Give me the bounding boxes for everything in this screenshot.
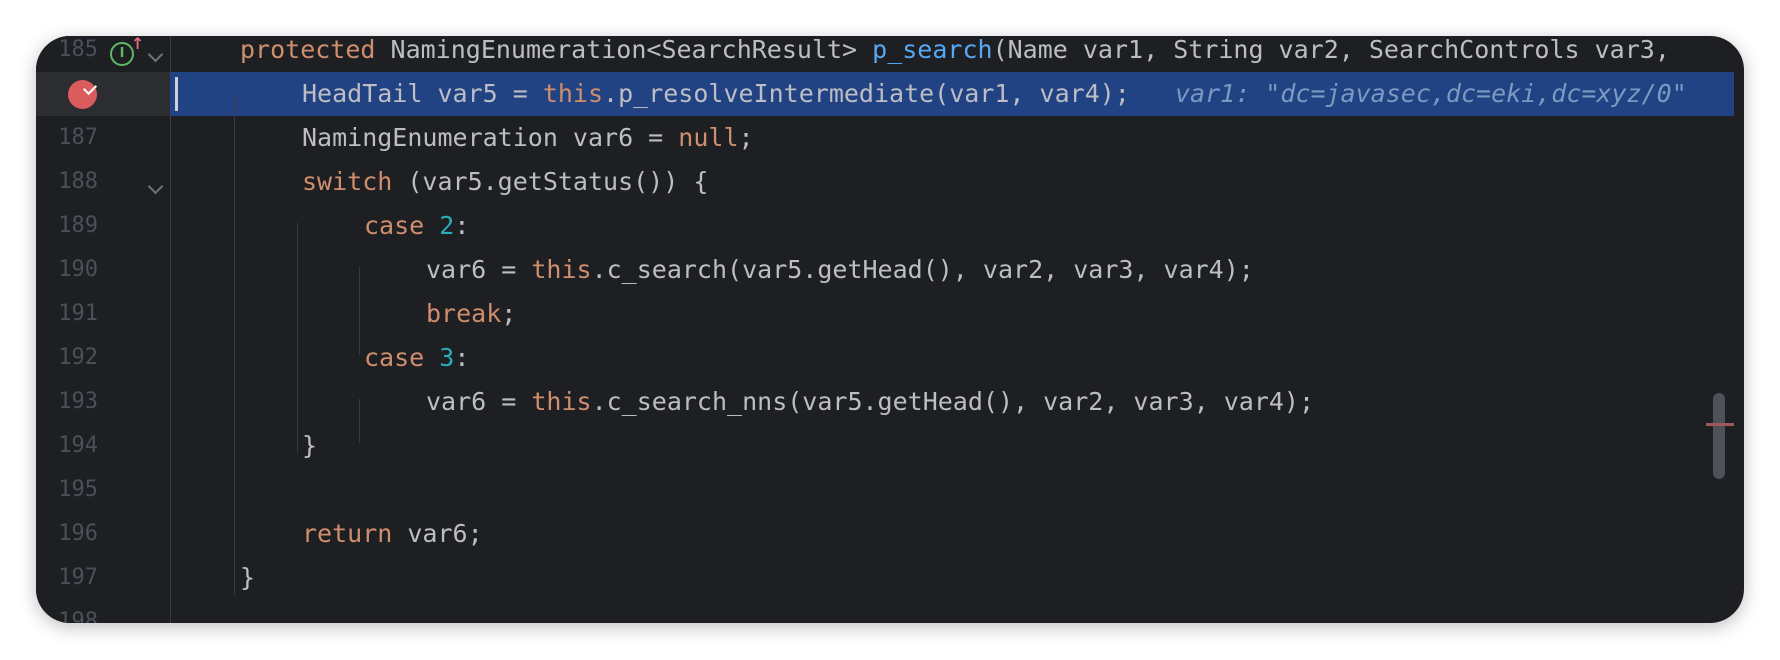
inline-debug-value: var1: "dc=javasec,dc=eki,dc=xyz/0" [1129, 79, 1687, 108]
code-token: 2 [439, 211, 455, 240]
code-token: HeadTail var5 = [302, 79, 543, 108]
code-text[interactable]: } [240, 556, 255, 600]
code-token: p_search [872, 36, 993, 64]
code-token: .c_search(var5.getHead(), var2, var3, va… [591, 255, 1254, 284]
code-line[interactable]: 192 case 3: [36, 336, 1744, 380]
arrow-up-icon: ↑ [131, 36, 145, 53]
code-editor[interactable]: 185 protected NamingEnumeration<SearchRes… [36, 36, 1744, 623]
code-token: var6 = [426, 255, 532, 284]
code-text[interactable]: protected NamingEnumeration<SearchResult… [240, 36, 1670, 72]
line-number[interactable]: 191 [36, 292, 98, 336]
code-token: var6; [392, 519, 483, 548]
code-token: switch [302, 167, 393, 196]
code-line[interactable]: 197} [36, 556, 1744, 600]
code-token: 3 [439, 343, 455, 372]
code-token: .p_resolveIntermediate(var1, var4); [603, 79, 1130, 108]
code-line[interactable]: 195 [36, 468, 1744, 512]
code-line[interactable]: 185 protected NamingEnumeration<SearchRes… [36, 36, 1744, 72]
line-number[interactable]: 197 [36, 556, 98, 600]
line-number[interactable]: 187 [36, 116, 98, 160]
code-text[interactable]: } [302, 424, 317, 468]
indent-guide [359, 399, 360, 443]
code-token: ; [738, 123, 754, 152]
code-text[interactable]: case 3: [364, 336, 469, 380]
code-token: .c_search_nns(var5.getHead(), var2, var3… [591, 387, 1315, 416]
code-line[interactable]: 188 switch (var5.getStatus()) { [36, 160, 1744, 204]
code-text[interactable]: case 2: [364, 204, 469, 248]
code-text[interactable]: return var6; [302, 512, 483, 556]
code-token: } [240, 563, 256, 592]
code-token: NamingEnumeration<SearchResult> [390, 36, 873, 64]
code-line[interactable]: 194} [36, 424, 1744, 468]
code-token: protected [240, 36, 391, 64]
code-line[interactable]: 187 NamingEnumeration var6 = null; [36, 116, 1744, 160]
code-token: : [454, 211, 470, 240]
code-token: null [678, 123, 739, 152]
line-number[interactable]: 194 [36, 424, 98, 468]
code-token: } [302, 431, 318, 460]
line-number[interactable]: 190 [36, 248, 98, 292]
code-text[interactable]: switch (var5.getStatus()) { [302, 160, 708, 204]
code-text[interactable]: HeadTail var5 = this.p_resolveIntermedia… [302, 72, 1687, 116]
line-number[interactable]: 196 [36, 512, 98, 556]
code-token: NamingEnumeration var6 = [302, 123, 679, 152]
line-number[interactable]: 192 [36, 336, 98, 380]
line-number[interactable]: 188 [36, 160, 98, 204]
code-token: : [454, 343, 470, 372]
code-line[interactable]: HeadTail var5 = this.p_resolveIntermedia… [36, 72, 1744, 116]
line-number[interactable]: 198 [36, 600, 98, 623]
code-line[interactable]: 189 case 2: [36, 204, 1744, 248]
code-token: (var5.getStatus()) { [392, 167, 709, 196]
line-number[interactable]: 189 [36, 204, 98, 248]
code-text[interactable]: break; [426, 292, 516, 336]
line-number[interactable]: 185 [36, 36, 98, 72]
indent-guide [359, 267, 360, 355]
code-line[interactable]: 190 var6 = this.c_search(var5.getHead(), … [36, 248, 1744, 292]
code-token: this [542, 79, 604, 108]
code-token: (Name var1, String var2, SearchControls … [992, 36, 1670, 64]
code-token: var6 = [426, 387, 532, 416]
code-line[interactable]: 198 [36, 600, 1744, 623]
code-line[interactable]: 191 break; [36, 292, 1744, 336]
code-token: return [302, 519, 393, 548]
code-text[interactable]: var6 = this.c_search(var5.getHead(), var… [426, 248, 1254, 292]
code-token: ; [501, 299, 517, 328]
code-token: case [364, 211, 440, 240]
breakpoint-scroll-marker [1706, 423, 1734, 426]
code-token: case [364, 343, 440, 372]
indent-guide [234, 95, 235, 595]
code-token: break [426, 299, 502, 328]
code-token: this [531, 387, 592, 416]
code-line[interactable]: 196 return var6; [36, 512, 1744, 556]
code-text[interactable]: NamingEnumeration var6 = null; [302, 116, 754, 160]
code-token: this [531, 255, 592, 284]
code-line[interactable]: 193 var6 = this.c_search_nns(var5.getHead… [36, 380, 1744, 424]
vertical-scrollbar[interactable] [1713, 393, 1725, 479]
indent-guide [297, 223, 298, 453]
line-number[interactable]: 193 [36, 380, 98, 424]
line-number[interactable]: 195 [36, 468, 98, 512]
code-text[interactable]: var6 = this.c_search_nns(var5.getHead(),… [426, 380, 1314, 424]
